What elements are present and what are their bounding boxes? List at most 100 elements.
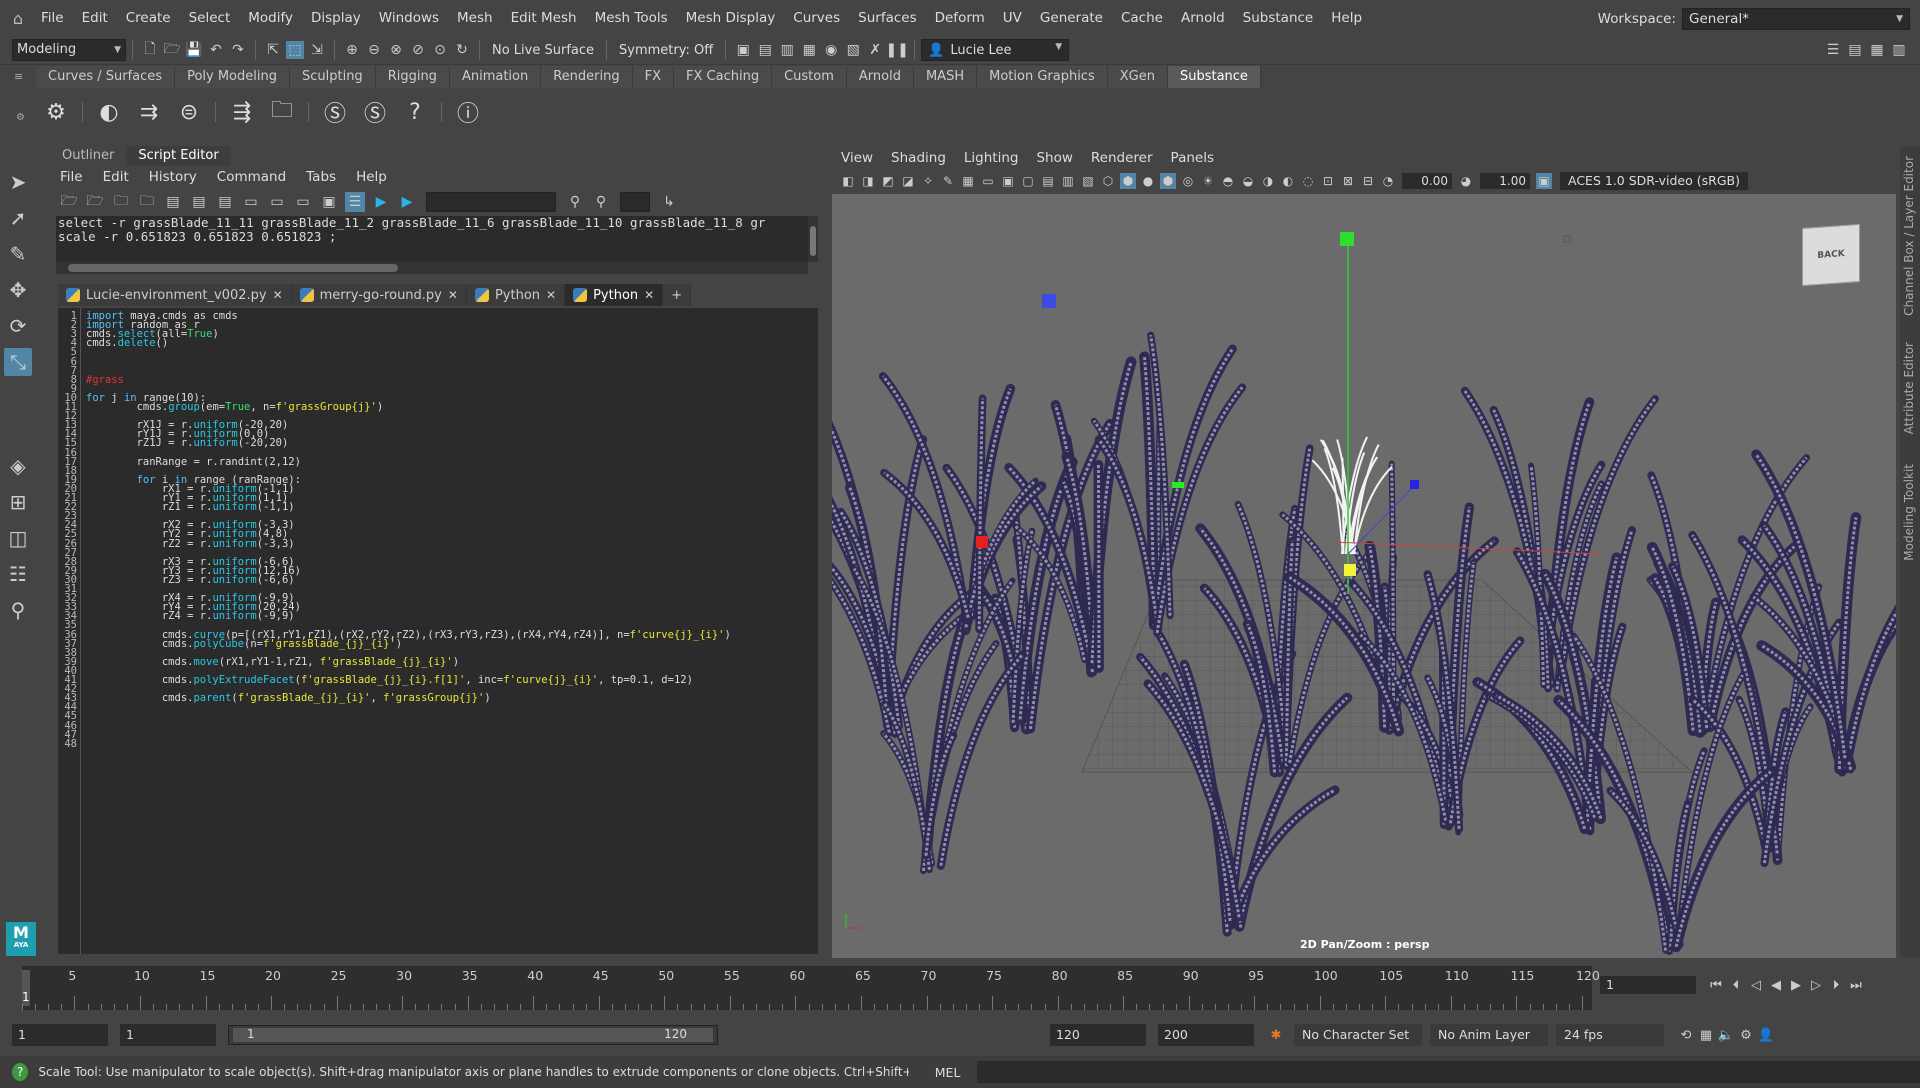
file-tab-lucie-environment[interactable]: Lucie-environment_v002.py ✕ (58, 284, 292, 306)
manipulator-center-handle[interactable] (1344, 564, 1356, 576)
scene-start-field[interactable]: 1 (12, 1024, 108, 1046)
arnold-render-icon[interactable]: ▧ (844, 41, 862, 59)
paint-select-tool-icon[interactable]: ✎ (4, 240, 32, 268)
menu-modify[interactable]: Modify (239, 0, 302, 36)
exposure-icon[interactable]: ◔ (1380, 173, 1396, 189)
menuset-dropdown[interactable]: Modeling (12, 39, 126, 61)
menu-cache[interactable]: Cache (1112, 0, 1172, 36)
step-back-key-icon[interactable]: ⏴ (1726, 975, 1746, 995)
bookmarks-icon[interactable]: ◩ (880, 173, 896, 189)
2d-pan-zoom-icon[interactable]: ✧ (920, 173, 936, 189)
gamma-field[interactable]: 1.00 (1480, 173, 1530, 189)
manipulator-y-handle[interactable] (1340, 232, 1354, 246)
play-backward-icon[interactable]: ◀ (1766, 975, 1786, 995)
se-menu-file[interactable]: File (50, 169, 93, 185)
shelf-tab-rendering[interactable]: Rendering (541, 66, 633, 88)
se-menu-edit[interactable]: Edit (93, 169, 139, 185)
depth-of-field-icon[interactable]: ◌ (1300, 173, 1316, 189)
snap-live-icon[interactable]: ↻ (453, 41, 471, 59)
playback-end-field[interactable]: 120 (1050, 1024, 1146, 1046)
lasso-tool-icon[interactable]: ➚ (4, 204, 32, 232)
history-hscroll-thumb[interactable] (68, 264, 398, 272)
step-forward-key-icon[interactable]: ⏵ (1826, 975, 1846, 995)
tab-outliner[interactable]: Outliner (50, 146, 126, 166)
history-vscroll[interactable] (808, 216, 818, 262)
fps-dropdown[interactable]: 24 fps (1556, 1024, 1664, 1046)
se-menu-help[interactable]: Help (346, 169, 397, 185)
clear-all-icon[interactable]: ▤ (215, 192, 235, 212)
xray-components-icon[interactable]: ⊟ (1360, 173, 1376, 189)
user-account-dropdown[interactable]: 👤 Lucie Lee (921, 39, 1070, 61)
substance-export-icon[interactable]: ⇉ (133, 96, 165, 128)
color-space-dropdown[interactable]: ACES 1.0 SDR-video (sRGB) (1560, 172, 1748, 190)
zoom-search-icon[interactable]: ⚲ (4, 596, 32, 624)
menu-create[interactable]: Create (117, 0, 180, 36)
shelf-tab-substance[interactable]: Substance (1167, 66, 1261, 88)
select-object-icon[interactable]: ⬚ (286, 41, 304, 59)
viewcube[interactable]: BACK (1802, 223, 1860, 287)
substance-link-icon[interactable]: ⊜ (173, 96, 205, 128)
menu-generate[interactable]: Generate (1031, 0, 1112, 36)
manipulator-plane-handle[interactable] (1172, 482, 1184, 488)
perspective-viewport[interactable]: BACK 2D Pan/Zoom : persp (832, 194, 1896, 958)
history-vscroll-thumb[interactable] (810, 226, 816, 256)
playback-start-field[interactable]: 1 (120, 1024, 216, 1046)
grid-toggle-icon[interactable]: ▦ (960, 173, 976, 189)
snap-view-icon[interactable]: ⊘ (409, 41, 427, 59)
shadows-icon[interactable]: ◓ (1220, 173, 1236, 189)
live-surface-label[interactable]: No Live Surface (486, 43, 600, 58)
menu-mesh[interactable]: Mesh (448, 0, 502, 36)
echo-commands-icon[interactable]: ▣ (319, 192, 339, 212)
isolate-select-icon[interactable]: ⊡ (1320, 173, 1336, 189)
wireframe-on-shaded-icon[interactable]: ⬢ (1160, 173, 1176, 189)
source-script-icon[interactable]: 🗁 (85, 192, 105, 212)
line-numbers-icon[interactable]: ☰ (345, 192, 365, 212)
four-view-layout-icon[interactable]: ⊞ (4, 488, 32, 516)
rotate-tool-icon[interactable]: ⟳ (4, 312, 32, 340)
close-icon[interactable]: ✕ (273, 288, 283, 302)
step-forward-frame-icon[interactable]: ▷ (1806, 975, 1826, 995)
se-menu-history[interactable]: History (139, 169, 207, 185)
mel-command-input[interactable] (977, 1061, 1920, 1083)
snap-grid-icon[interactable]: ⊕ (343, 41, 361, 59)
select-component-icon[interactable]: ⇲ (308, 41, 326, 59)
shelf-tab-mash[interactable]: MASH (913, 66, 978, 88)
tab-channel-box[interactable]: Channel Box / Layer Editor (1902, 156, 1916, 316)
go-to-end-icon[interactable]: ⏭ (1846, 975, 1866, 995)
show-history-icon[interactable]: ▭ (241, 192, 261, 212)
vp-menu-show[interactable]: Show (1027, 150, 1081, 166)
shelf-settings-icon[interactable]: ⚙ (16, 112, 25, 123)
close-icon[interactable]: ✕ (448, 288, 458, 302)
current-frame-field[interactable]: 1 (1600, 976, 1696, 994)
menu-select[interactable]: Select (180, 0, 240, 36)
vp-menu-view[interactable]: View (832, 150, 882, 166)
modeling-toolkit-icon[interactable]: ☰ (1824, 41, 1842, 59)
grease-pencil-icon[interactable]: ✎ (940, 173, 956, 189)
range-slider[interactable]: 1 120 (228, 1025, 718, 1045)
shelf-tab-animation[interactable]: Animation (449, 66, 542, 88)
clear-input-icon[interactable]: ▤ (189, 192, 209, 212)
character-set-dropdown[interactable]: No Character Set (1294, 1024, 1422, 1046)
script-search-input[interactable] (426, 192, 556, 212)
manipulator-z-handle[interactable] (1410, 480, 1419, 489)
vp-menu-renderer[interactable]: Renderer (1082, 150, 1162, 166)
show-input-icon[interactable]: ▭ (267, 192, 287, 212)
execute-all-icon[interactable]: ▶ (371, 192, 391, 212)
select-camera-icon[interactable]: ◧ (840, 173, 856, 189)
menu-edit-mesh[interactable]: Edit Mesh (502, 0, 586, 36)
script-input-editor[interactable]: 1 2 3 4 5 6 7 8 9 10 11 12 13 14 15 16 17 18 19 20 21 22 23 24 2… (58, 308, 818, 954)
anim-layer-dropdown[interactable]: No Anim Layer (1430, 1024, 1548, 1046)
execute-icon[interactable]: ▶ (397, 192, 417, 212)
scale-tool-icon[interactable]: ⤡ (4, 348, 32, 376)
motion-blur-icon[interactable]: ◑ (1260, 173, 1276, 189)
snap-point-icon[interactable]: ⊗ (387, 41, 405, 59)
two-pane-layout-icon[interactable]: ◫ (4, 524, 32, 552)
substance-settings-icon[interactable]: ⚙ (40, 96, 72, 128)
menu-curves[interactable]: Curves (784, 0, 849, 36)
shelf-tab-sculpting[interactable]: Sculpting (289, 66, 376, 88)
substance-folder-icon[interactable]: 🗀 (266, 96, 298, 128)
auto-key-icon[interactable]: ✱ (1266, 1025, 1286, 1045)
render-frame-icon[interactable]: ▤ (756, 41, 774, 59)
xray-icon[interactable]: ◎ (1180, 173, 1196, 189)
symmetry-label[interactable]: Symmetry: Off (613, 43, 719, 58)
